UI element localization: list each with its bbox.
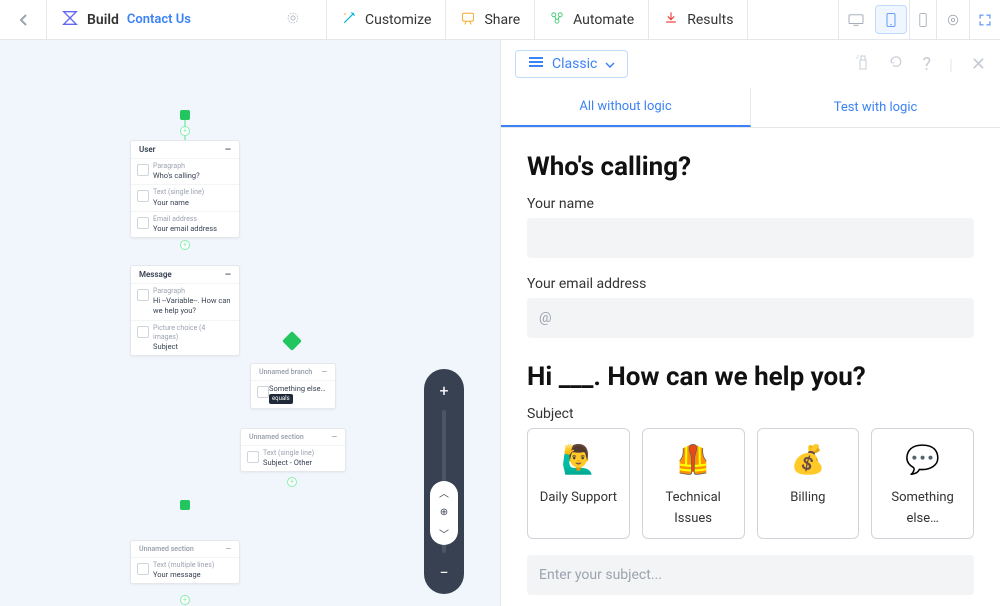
add-node-button[interactable]: + (180, 126, 190, 136)
customize-label: Customize (365, 12, 431, 28)
add-node-button[interactable]: + (180, 240, 190, 250)
speech-bubble-icon: 💬 (878, 443, 967, 476)
start-node[interactable] (180, 110, 190, 120)
wand-icon (341, 10, 357, 30)
add-node-button[interactable]: + (287, 477, 297, 487)
node-title: Unnamed section (139, 545, 194, 553)
refresh-icon[interactable] (888, 54, 904, 74)
merge-node[interactable] (180, 500, 190, 510)
tab-all-without-logic[interactable]: All without logic (501, 88, 751, 127)
branch-diamond[interactable] (282, 331, 302, 351)
heading-who-calling: Who's calling? (527, 152, 974, 182)
zoom-slider[interactable]: ︿ ⊕ ﹀ (442, 410, 446, 553)
add-node-button[interactable]: + (180, 595, 190, 605)
node-user[interactable]: User— ParagraphWho's calling? Text (sing… (130, 140, 240, 238)
topbar: Build Contact Us Customize Share Automat… (0, 0, 1000, 40)
share-label: Share (484, 12, 520, 28)
chevron-left-icon (18, 13, 28, 27)
form-title[interactable]: Contact Us (127, 12, 191, 27)
device-desktop[interactable] (838, 0, 873, 39)
gear-icon[interactable] (274, 11, 312, 29)
settings-icon[interactable] (936, 0, 969, 39)
chevron-down-icon: ﹀ (439, 526, 449, 541)
choice-something-else[interactable]: 💬 Something else… (871, 428, 974, 539)
logo-icon (61, 9, 79, 31)
subject-label: Subject (527, 406, 974, 422)
zoom-control: + ︿ ⊕ ﹀ − (424, 369, 464, 594)
person-raising-hand-icon: 🙋‍♂️ (534, 443, 623, 476)
results-tab[interactable]: Results (649, 0, 748, 39)
preview-toolbar: Classic ? | ✕ (501, 40, 1000, 88)
name-label: Your name (527, 196, 974, 212)
share-icon (460, 10, 476, 30)
subject-choices: 🙋‍♂️ Daily Support 🦺 Technical Issues 💰 … (527, 428, 974, 539)
choice-label: Daily Support (540, 490, 617, 505)
name-input[interactable] (527, 218, 974, 258)
results-icon (663, 10, 679, 30)
share-tab[interactable]: Share (446, 0, 535, 39)
choice-label: Technical Issues (665, 490, 720, 526)
customize-tab[interactable]: Customize (327, 0, 446, 39)
chevron-down-icon (605, 56, 615, 72)
choice-label: Billing (790, 490, 825, 505)
spray-icon[interactable] (856, 53, 870, 75)
email-input[interactable] (527, 298, 974, 338)
chevron-up-icon: ︿ (439, 485, 449, 500)
collapse-icon[interactable]: — (226, 545, 231, 553)
zoom-in-button[interactable]: + (437, 379, 450, 402)
back-button[interactable] (0, 0, 47, 39)
choice-technical-issues[interactable]: 🦺 Technical Issues (642, 428, 745, 539)
preview-tabs: All without logic Test with logic (501, 88, 1000, 128)
flow-canvas[interactable]: + User— ParagraphWho's calling? Text (si… (0, 40, 500, 606)
node-title: User (139, 145, 156, 154)
choice-billing[interactable]: 💰 Billing (757, 428, 860, 539)
close-icon[interactable]: ✕ (971, 54, 986, 75)
automate-tab[interactable]: Automate (535, 0, 649, 39)
layout-select[interactable]: Classic (515, 50, 628, 78)
safety-vest-icon: 🦺 (649, 443, 738, 476)
heading-how-help: Hi ___. How can we help you? (527, 362, 974, 392)
node-title: Unnamed section (249, 433, 304, 441)
subject-input[interactable] (527, 555, 974, 595)
zoom-handle[interactable]: ︿ ⊕ ﹀ (430, 481, 458, 545)
node-title: Message (139, 270, 172, 279)
zoom-out-button[interactable]: − (437, 561, 450, 584)
help-icon[interactable]: ? (922, 54, 931, 75)
money-bag-icon: 💰 (764, 443, 853, 476)
choice-label: Something else… (891, 490, 953, 526)
collapse-icon[interactable]: — (322, 368, 327, 376)
tab-test-with-logic[interactable]: Test with logic (751, 88, 1000, 127)
layout-select-label: Classic (552, 56, 597, 72)
results-label: Results (687, 12, 733, 28)
device-tablet[interactable] (875, 5, 907, 34)
node-title: Unnamed branch (259, 368, 312, 376)
automate-icon (549, 10, 565, 30)
choice-daily-support[interactable]: 🙋‍♂️ Daily Support (527, 428, 630, 539)
collapse-icon[interactable]: — (332, 433, 337, 441)
node-branch[interactable]: Unnamed branch— Something else… equals (250, 363, 336, 409)
email-label: Your email address (527, 276, 974, 292)
node-section-1[interactable]: Unnamed section— Text (single line)Subje… (240, 428, 346, 472)
collapse-icon[interactable]: — (225, 270, 231, 279)
condition-tag: equals (269, 394, 293, 404)
collapse-icon[interactable]: — (225, 145, 231, 154)
node-section-2[interactable]: Unnamed section— Text (multiple lines)Yo… (130, 540, 240, 584)
fit-icon[interactable]: ⊕ (440, 507, 448, 518)
automate-label: Automate (573, 12, 634, 28)
build-tab[interactable]: Build Contact Us (47, 0, 327, 39)
device-mobile[interactable] (909, 0, 936, 39)
fullscreen-icon[interactable] (969, 0, 1000, 39)
build-label: Build (87, 12, 119, 28)
node-message[interactable]: Message— ParagraphHi --Variable--. How c… (130, 265, 240, 356)
form-preview: Who's calling? Your name Your email addr… (501, 128, 1000, 606)
preview-panel: Classic ? | ✕ All without logic Test wit… (500, 40, 1000, 606)
menu-icon (528, 56, 544, 72)
